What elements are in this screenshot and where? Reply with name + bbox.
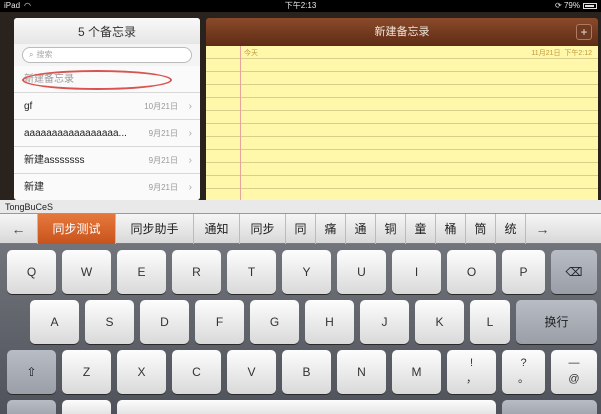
hide-keyboard-key[interactable] bbox=[502, 400, 597, 414]
chevron-right-icon: › bbox=[188, 155, 192, 166]
candidate-item[interactable]: 同步助手 bbox=[116, 214, 194, 244]
candidate-item[interactable]: 通知 bbox=[194, 214, 240, 244]
paper-margin-line bbox=[240, 46, 241, 200]
note-body[interactable]: 今天 11月21日 下午2:12 bbox=[206, 46, 598, 200]
key-s[interactable]: S bbox=[85, 300, 134, 344]
candidate-item[interactable]: 同步测试 bbox=[38, 214, 116, 244]
note-list-item[interactable]: aaaaaaaaaaaaaaaaa... 9月21日 › bbox=[14, 120, 200, 147]
candidate-item[interactable]: 通 bbox=[346, 214, 376, 244]
pinyin-composition: TongBuCeS bbox=[0, 200, 601, 214]
chevron-right-icon: › bbox=[188, 101, 192, 112]
key-p[interactable]: P bbox=[502, 250, 545, 294]
search-icon: ⌕ bbox=[29, 50, 34, 59]
candidate-item[interactable]: 铜 bbox=[376, 214, 406, 244]
key-h[interactable]: H bbox=[305, 300, 354, 344]
key-question-period[interactable]: ? 。 bbox=[502, 350, 545, 394]
note-day-label: 今天 bbox=[244, 50, 258, 57]
key-x[interactable]: X bbox=[117, 350, 166, 394]
number-mode-key[interactable] bbox=[7, 400, 56, 414]
key-j[interactable]: J bbox=[360, 300, 409, 344]
notes-list-title: 5 个备忘录 bbox=[14, 18, 200, 44]
note-editor: 新建备忘录 + 今天 11月21日 下午2:12 bbox=[206, 18, 598, 200]
chevron-right-icon: › bbox=[188, 182, 192, 193]
key-m[interactable]: M bbox=[392, 350, 441, 394]
add-note-button[interactable]: + bbox=[576, 24, 592, 40]
notes-list-panel: 5 个备忘录 ⌕ 搜索 新建备忘录 gf 10月21日 › aaaaaaaaaaa… bbox=[14, 18, 200, 200]
ipad-screen: iPad ◠ 下午2:13 ⟳ 79% 5 个备忘录 ⌕ 搜索 新建备忘录 gf 1… bbox=[0, 0, 601, 414]
key-t[interactable]: T bbox=[227, 250, 276, 294]
key-c[interactable]: C bbox=[172, 350, 221, 394]
status-bar: iPad ◠ 下午2:13 ⟳ 79% bbox=[0, 0, 601, 12]
candidate-item[interactable]: 桶 bbox=[436, 214, 466, 244]
key-u[interactable]: U bbox=[337, 250, 386, 294]
key-y[interactable]: Y bbox=[282, 250, 331, 294]
key-z[interactable]: Z bbox=[62, 350, 111, 394]
shift-icon: ⇧ bbox=[26, 365, 37, 379]
space-key[interactable] bbox=[117, 400, 496, 414]
candidate-item[interactable]: 同步 bbox=[240, 214, 286, 244]
battery-icon bbox=[583, 2, 597, 9]
key-r[interactable]: R bbox=[172, 250, 221, 294]
note-list-item[interactable]: 新建asssssss 9月21日 › bbox=[14, 147, 200, 174]
battery-indicator: ⟳ 79% bbox=[555, 0, 597, 12]
key-b[interactable]: B bbox=[282, 350, 331, 394]
key-f[interactable]: F bbox=[195, 300, 244, 344]
note-timestamp: 11月21日 下午2:12 bbox=[531, 50, 592, 57]
key-a[interactable]: A bbox=[30, 300, 79, 344]
key-n[interactable]: N bbox=[337, 350, 386, 394]
notes-app: 5 个备忘录 ⌕ 搜索 新建备忘录 gf 10月21日 › aaaaaaaaaaa… bbox=[0, 12, 601, 200]
note-list-item[interactable]: gf 10月21日 › bbox=[14, 93, 200, 120]
key-w[interactable]: W bbox=[62, 250, 111, 294]
key-i[interactable]: I bbox=[392, 250, 441, 294]
search-input[interactable]: ⌕ 搜索 bbox=[22, 47, 192, 63]
candidate-item[interactable]: 痛 bbox=[316, 214, 346, 244]
onscreen-keyboard: TongBuCeS ← 同步测试 同步助手 通知 同步 同 痛 通 铜 童 桶 … bbox=[0, 200, 601, 414]
candidate-item[interactable]: 童 bbox=[406, 214, 436, 244]
candidate-prev-button[interactable]: ← bbox=[0, 214, 38, 244]
backspace-key[interactable]: ⌫ bbox=[551, 250, 597, 294]
candidate-item[interactable]: 筒 bbox=[466, 214, 496, 244]
candidate-item[interactable]: 统 bbox=[496, 214, 526, 244]
key-q[interactable]: Q bbox=[7, 250, 56, 294]
note-header: 新建备忘录 + bbox=[206, 18, 598, 46]
note-list-item[interactable]: 新建 9月21日 › bbox=[14, 174, 200, 200]
key-dash-at[interactable]: — @ bbox=[551, 350, 597, 394]
candidate-item[interactable]: 同 bbox=[286, 214, 316, 244]
note-title: 新建备忘录 bbox=[374, 26, 430, 38]
note-list-item[interactable]: 新建备忘录 bbox=[14, 66, 200, 93]
shift-key[interactable]: ⇧ bbox=[7, 350, 56, 394]
key-k[interactable]: K bbox=[415, 300, 464, 344]
globe-key[interactable] bbox=[62, 400, 111, 414]
return-key[interactable]: 换行 bbox=[516, 300, 597, 344]
key-exclaim-comma[interactable]: ! ， bbox=[447, 350, 496, 394]
candidate-next-button[interactable]: → bbox=[526, 214, 559, 244]
key-d[interactable]: D bbox=[140, 300, 189, 344]
key-v[interactable]: V bbox=[227, 350, 276, 394]
key-o[interactable]: O bbox=[447, 250, 496, 294]
key-g[interactable]: G bbox=[250, 300, 299, 344]
status-time: 下午2:13 bbox=[284, 1, 317, 10]
highlight-circle bbox=[22, 70, 172, 90]
candidate-bar: ← 同步测试 同步助手 通知 同步 同 痛 通 铜 童 桶 筒 统 → bbox=[0, 214, 601, 244]
backspace-icon: ⌫ bbox=[565, 265, 583, 279]
key-e[interactable]: E bbox=[117, 250, 166, 294]
lock-rotation-icon: ⟳ bbox=[555, 1, 562, 10]
chevron-right-icon: › bbox=[188, 128, 192, 139]
key-l[interactable]: L bbox=[470, 300, 510, 344]
